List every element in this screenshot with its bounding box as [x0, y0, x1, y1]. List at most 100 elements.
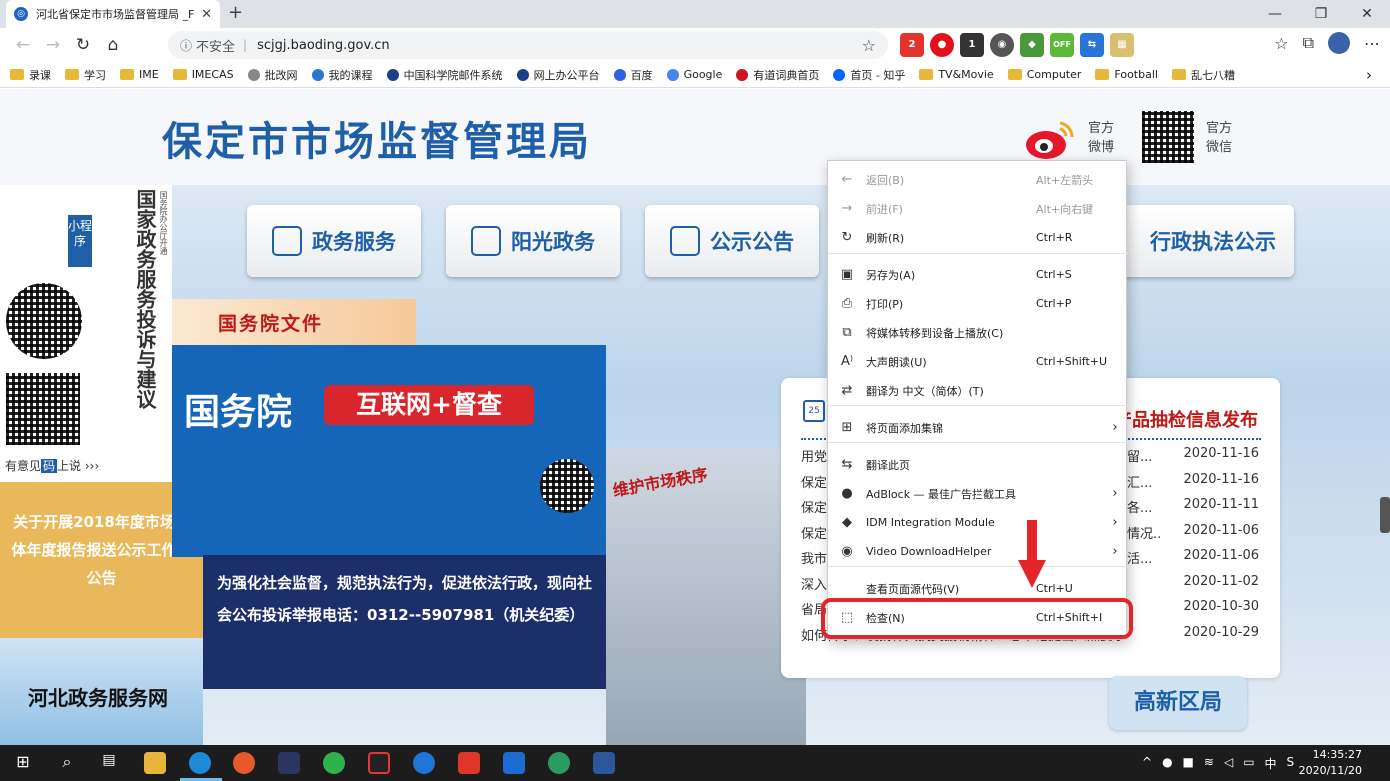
- hebei-gov-service-banner[interactable]: 河北政务服务网: [0, 638, 203, 745]
- url-text[interactable]: scjgj.baoding.gov.cn: [257, 38, 862, 53]
- tray-app-icon[interactable]: ■: [1183, 755, 1194, 772]
- new-tab-icon[interactable]: +: [228, 2, 243, 23]
- bookmark-link[interactable]: 首页 - 知乎: [833, 67, 905, 83]
- bookmark-folder[interactable]: IME: [120, 68, 159, 81]
- bookmark-folder[interactable]: Football: [1095, 68, 1158, 81]
- screenshot-icon[interactable]: ▦: [1110, 33, 1134, 57]
- system-clock[interactable]: 14:35:27 2020/11/20: [1299, 747, 1362, 779]
- bookmark-link[interactable]: 中国科学院邮件系统: [386, 67, 503, 83]
- browser-tab[interactable]: ◎ 河北省保定市市场监督管理局 _F ✕: [6, 0, 220, 28]
- close-window-icon[interactable]: ✕: [1344, 0, 1390, 28]
- app-icon[interactable]: [278, 752, 300, 774]
- volume-icon[interactable]: ◁: [1224, 755, 1233, 772]
- context-menu-item[interactable]: ◉ Video DownloadHelper ›: [828, 537, 1128, 566]
- more-bookmarks-icon[interactable]: ›: [1366, 66, 1372, 84]
- info-icon[interactable]: ⓘ: [180, 37, 192, 54]
- context-menu-item[interactable]: ⊞ 将页面添加集锦 ›: [828, 413, 1128, 442]
- folder-icon: [120, 69, 134, 80]
- extension-off-icon[interactable]: OFF: [1050, 33, 1074, 57]
- profile-avatar[interactable]: [1328, 32, 1350, 54]
- toolbar-right: ☆ ⧉ ⋯: [1274, 32, 1380, 54]
- context-menu-item[interactable]: ← 返回(B) Alt+左箭头: [828, 165, 1128, 194]
- more-menu-icon[interactable]: ⋯: [1364, 34, 1380, 53]
- firefox-icon[interactable]: [233, 752, 255, 774]
- translate-icon[interactable]: ⇆: [1080, 33, 1104, 57]
- context-menu-item[interactable]: ⧉ 将媒体转移到设备上播放(C): [828, 318, 1128, 347]
- video-downloadhelper-icon[interactable]: ◉: [990, 33, 1014, 57]
- app-icon[interactable]: [548, 752, 570, 774]
- bookmark-folder[interactable]: 录课: [10, 67, 51, 83]
- bookmark-folder[interactable]: 乱七八糟: [1171, 67, 1235, 83]
- complaint-panel[interactable]: 小程序 国家政务服务投诉与建议 国务院办公厅开通 有意见码上说 ›››: [0, 185, 172, 495]
- news-title[interactable]: 产品抽检信息发布: [1114, 406, 1258, 432]
- complaint-hotline-banner[interactable]: 为强化社会监督，规范执法行为，促进依法行政，现向社会公布投诉举报电话：0312-…: [203, 555, 606, 689]
- context-menu-item[interactable]: → 前进(F) Alt+向右键: [828, 194, 1128, 223]
- qq-icon[interactable]: [368, 752, 390, 774]
- extension-icon[interactable]: 2: [900, 33, 924, 57]
- nav-open-government[interactable]: 阳光政务: [446, 205, 620, 277]
- bookmark-folder[interactable]: IMECAS: [172, 68, 234, 81]
- feedback-link[interactable]: 有意见码上说 ›››: [5, 457, 99, 474]
- menu-item-label: IDM Integration Module: [866, 516, 995, 529]
- adblock-icon[interactable]: ●: [930, 33, 954, 57]
- nav-gov-service[interactable]: 政务服务: [247, 205, 421, 277]
- collections-icon[interactable]: ⧉: [1303, 33, 1314, 53]
- high-tech-zone-button[interactable]: 高新区局: [1109, 676, 1247, 730]
- search-icon[interactable]: ⌕: [56, 752, 78, 774]
- chevron-up-icon[interactable]: ^: [1142, 755, 1152, 772]
- word-icon[interactable]: [593, 752, 615, 774]
- context-menu-item[interactable]: A⁾ 大声朗读(U) Ctrl+Shift+U: [828, 347, 1128, 376]
- app-icon[interactable]: [503, 752, 525, 774]
- bookmark-link[interactable]: Google: [666, 68, 722, 81]
- context-menu-item[interactable]: ↻ 刷新(R) Ctrl+R: [828, 223, 1128, 252]
- task-view-icon[interactable]: ▤: [98, 752, 120, 774]
- context-menu-item[interactable]: ▣ 另存为(A) Ctrl+S: [828, 260, 1128, 289]
- address-bar[interactable]: ⓘ 不安全 | scjgj.baoding.gov.cn ☆: [168, 31, 888, 59]
- wechat-icon[interactable]: [323, 752, 345, 774]
- battery-icon[interactable]: ▭: [1243, 755, 1254, 772]
- bookmark-link[interactable]: 我的课程: [311, 67, 373, 83]
- idm-icon[interactable]: ◆: [1020, 33, 1044, 57]
- scrollbar[interactable]: [1380, 497, 1390, 533]
- weibo-icon[interactable]: [1024, 117, 1074, 161]
- state-council-doc-banner[interactable]: 国务院文件: [172, 299, 416, 345]
- windows-start-icon[interactable]: ⊞: [12, 752, 34, 774]
- wechat-tray-icon[interactable]: ●: [1162, 755, 1172, 772]
- internet-supervision-banner[interactable]: 国务院 互联网+督查: [172, 345, 606, 557]
- minimize-icon[interactable]: —: [1252, 0, 1298, 28]
- news-date: 2020-11-11: [1183, 497, 1259, 512]
- bookmark-folder[interactable]: Computer: [1007, 68, 1081, 81]
- anydesk-icon[interactable]: [458, 752, 480, 774]
- bookmark-link[interactable]: 百度: [613, 67, 653, 83]
- home-icon[interactable]: ⌂: [98, 35, 128, 55]
- back-icon[interactable]: ←: [8, 35, 38, 55]
- favorites-icon[interactable]: ☆: [1274, 34, 1288, 53]
- context-menu-item[interactable]: ⇄ 翻译为 中文（简体）(T): [828, 376, 1128, 405]
- menu-item-shortcut: Alt+左箭头: [1036, 173, 1094, 187]
- teamviewer-icon[interactable]: [413, 752, 435, 774]
- extension-icon[interactable]: 1: [960, 33, 984, 57]
- context-menu-item[interactable]: ⇆ 翻译此页: [828, 450, 1128, 479]
- windows-taskbar: ⊞ ⌕ ▤ ^ ● ■ ≋ ◁ ▭ 中 S 14:35:27 2020/11/20: [0, 745, 1390, 781]
- favorite-star-icon[interactable]: ☆: [862, 36, 876, 55]
- context-menu-item[interactable]: ◆ IDM Integration Module ›: [828, 508, 1128, 537]
- wifi-icon[interactable]: ≋: [1204, 755, 1214, 772]
- bookmark-folder[interactable]: TV&Movie: [919, 68, 994, 81]
- context-menu-item[interactable]: ● AdBlock — 最佳广告拦截工具 ›: [828, 479, 1128, 508]
- nav-law-enforcement[interactable]: 行政执法公示: [1108, 205, 1294, 277]
- bookmark-link[interactable]: 批改网: [247, 67, 298, 83]
- maximize-icon[interactable]: ❐: [1298, 0, 1344, 28]
- bookmark-link[interactable]: 有道词典首页: [736, 67, 819, 83]
- edge-icon[interactable]: [189, 752, 211, 774]
- close-tab-icon[interactable]: ✕: [201, 7, 212, 22]
- nav-public-notice[interactable]: 公示公告: [645, 205, 819, 277]
- forward-icon[interactable]: →: [38, 35, 68, 55]
- bookmark-link[interactable]: 网上办公平台: [516, 67, 600, 83]
- bookmark-folder[interactable]: 学习: [65, 67, 106, 83]
- context-menu-item[interactable]: ⎙ 打印(P) Ctrl+P: [828, 289, 1128, 318]
- ime-indicator[interactable]: 中: [1265, 755, 1277, 772]
- sogou-icon[interactable]: S: [1287, 755, 1295, 772]
- refresh-icon[interactable]: ↻: [68, 35, 98, 55]
- calendar-icon: [471, 226, 501, 256]
- file-explorer-icon[interactable]: [144, 752, 166, 774]
